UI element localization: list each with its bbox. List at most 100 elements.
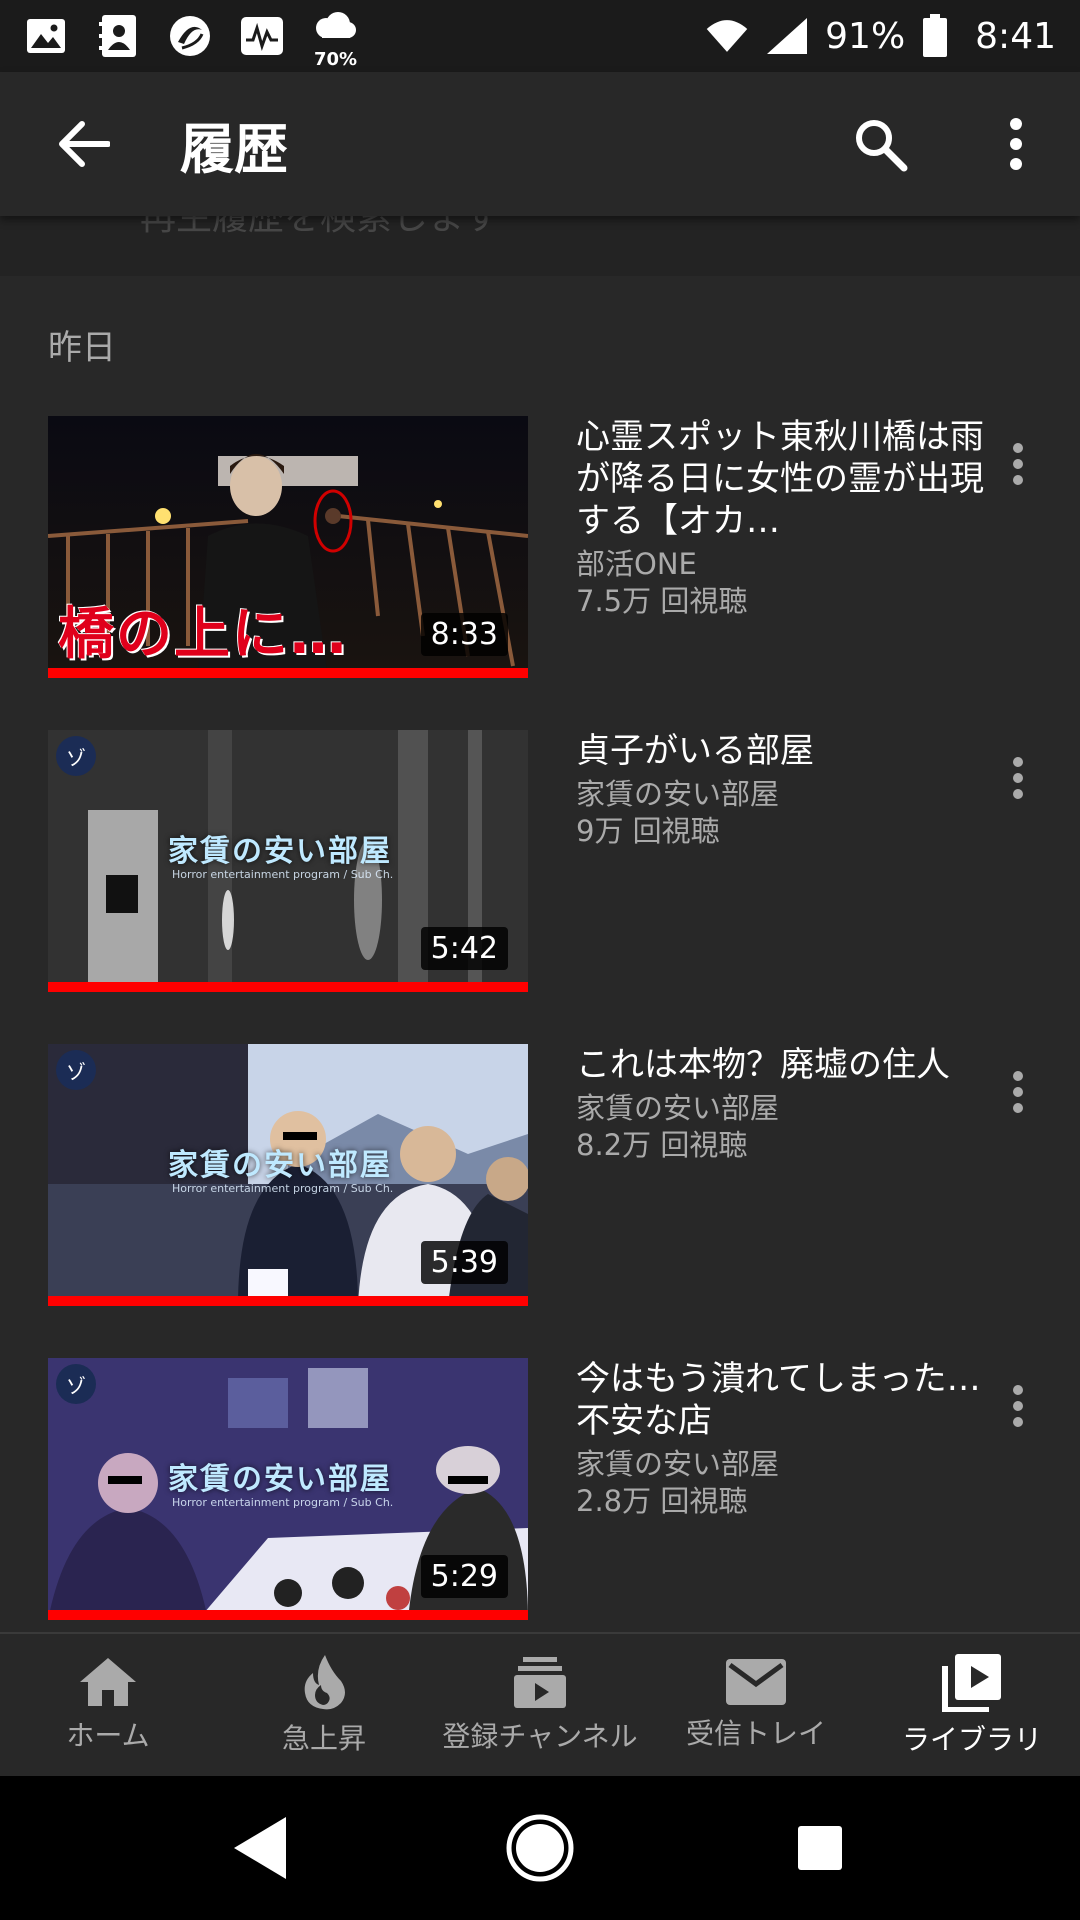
video-channel: 家賃の安い部屋 [576,1447,780,1481]
video-title[interactable]: 今はもう潰れてしまった…不安な店 [576,1358,996,1442]
nav-label: ホーム [66,1719,150,1752]
video-info: 心霊スポット東秋川橋は雨が降る日に女性の霊が出現する【オカ… 部活ONE 7.5… [576,416,996,620]
bottom-navigation: ホーム 急上昇 登録チャンネル 受信トレイ ライブラリ [0,1632,1080,1776]
video-more-button[interactable] [988,738,1048,818]
video-channel: 家賃の安い部屋 [576,1091,780,1125]
mail-icon [726,1659,786,1705]
video-duration: 5:39 [420,1241,508,1284]
nav-subscriptions[interactable]: 登録チャンネル [432,1634,648,1776]
battery-percent: 91% [825,15,906,57]
video-views: 8.2万 回視聴 [576,1128,748,1162]
more-vert-icon [1013,757,1023,799]
nav-inbox[interactable]: 受信トレイ [648,1634,864,1776]
top-app-bar: 履歴 [0,72,1080,216]
video-thumbnail[interactable]: ゾ 家賃の安い部屋 Horror entertainment program /… [48,1358,528,1620]
video-item[interactable]: ゾ 家賃の安い部屋 Horror entertainment program /… [48,730,1048,992]
nav-label: 登録チャンネル [442,1720,638,1753]
watch-progress-bar [48,982,528,992]
back-triangle-icon [234,1817,286,1879]
page-title: 履歴 [180,117,288,181]
recents-square-icon [798,1826,842,1870]
subscriptions-icon [514,1657,566,1708]
thumbnail-caption: 家賃の安い部屋 [168,1462,392,1497]
arrow-back-icon [59,121,110,167]
screen: 70% 91% 8:41 履歴 再生履歴を検索します 昨日 橋の上に… 8:33… [0,0,1080,1920]
thumbnail-subcaption: Horror entertainment program / Sub Ch. [172,1182,394,1195]
video-channel: 家賃の安い部屋 [576,777,780,811]
fire-icon [304,1655,345,1710]
history-search-bar[interactable]: 再生履歴を検索します [0,216,1080,276]
notification-icons: 70% [24,12,357,70]
more-vert-icon [1010,118,1022,170]
battery-icon [921,14,949,58]
more-vert-icon [1013,443,1023,485]
video-more-button[interactable] [988,1366,1048,1446]
app-swirl-icon [168,14,212,58]
nav-trending[interactable]: 急上昇 [216,1634,432,1776]
thumbnail-caption: 家賃の安い部屋 [168,834,392,869]
video-duration: 5:29 [420,1555,508,1598]
nav-label: 受信トレイ [685,1717,826,1750]
video-title[interactable]: 貞子がいる部屋 [576,730,996,772]
channel-badge: ゾ [56,1050,96,1090]
clock: 8:41 [975,15,1056,57]
home-icon [80,1658,136,1706]
video-duration: 8:33 [420,613,508,656]
search-button[interactable] [830,94,930,194]
library-icon [942,1654,1001,1712]
thumbnail-overlay-text: 橋の上に… [58,602,348,667]
video-item[interactable]: 橋の上に… 8:33 心霊スポット東秋川橋は雨が降る日に女性の霊が出現する【オカ… [48,416,1048,678]
history-search-input[interactable]: 再生履歴を検索します [140,216,500,240]
back-button[interactable] [34,94,134,194]
video-info: 今はもう潰れてしまった…不安な店 家賃の安い部屋 2.8万 回視聴 [576,1358,996,1520]
watch-progress-bar [48,1610,528,1620]
weather-percent: 70% [314,49,358,70]
channel-badge: ゾ [56,736,96,776]
video-item[interactable]: ゾ 家賃の安い部屋 Horror entertainment program /… [48,1044,1048,1306]
video-info: 貞子がいる部屋 家賃の安い部屋 9万 回視聴 [576,730,996,850]
thumbnail-subcaption: Horror entertainment program / Sub Ch. [172,1496,394,1509]
channel-badge: ゾ [56,1364,96,1404]
video-thumbnail[interactable]: ゾ 家賃の安い部屋 Horror entertainment program /… [48,1044,528,1306]
status-bar: 70% 91% 8:41 [0,0,1080,72]
video-channel: 部活ONE [576,547,697,581]
video-more-button[interactable] [988,424,1048,504]
video-title[interactable]: これは本物？廃墟の住人 [576,1044,996,1086]
search-icon [856,120,908,172]
nav-home[interactable]: ホーム [0,1634,216,1776]
nav-label: ライブラリ [901,1723,1042,1756]
system-navigation-bar [0,1776,1080,1920]
video-item[interactable]: ゾ 家賃の安い部屋 Horror entertainment program /… [48,1358,1048,1620]
video-views: 9万 回視聴 [576,814,720,848]
video-title[interactable]: 心霊スポット東秋川橋は雨が降る日に女性の霊が出現する【オカ… [576,416,996,542]
home-circle-icon [506,1814,574,1882]
signal-icon [765,14,809,58]
video-duration: 5:42 [420,927,508,970]
activity-icon [240,14,284,58]
contacts-icon [96,14,140,58]
system-status: 91% 8:41 [705,14,1056,58]
video-views: 7.5万 回視聴 [576,584,748,618]
video-thumbnail[interactable]: 橋の上に… 8:33 [48,416,528,678]
nav-label: 急上昇 [281,1722,366,1755]
nav-library[interactable]: ライブラリ [864,1634,1080,1776]
system-recents-button[interactable] [770,1798,870,1898]
system-home-button[interactable] [490,1798,590,1898]
video-thumbnail[interactable]: ゾ 家賃の安い部屋 Horror entertainment program /… [48,730,528,992]
watch-progress-bar [48,668,528,678]
wifi-icon [705,14,749,58]
gallery-icon [24,14,68,58]
video-more-button[interactable] [988,1052,1048,1132]
app-bar-actions [830,94,1080,194]
more-options-button[interactable] [966,94,1066,194]
video-views: 2.8万 回視聴 [576,1484,748,1518]
more-vert-icon [1013,1385,1023,1427]
system-back-button[interactable] [210,1798,310,1898]
weather-icon: 70% [312,12,357,70]
more-vert-icon [1013,1071,1023,1113]
thumbnail-subcaption: Horror entertainment program / Sub Ch. [172,868,394,881]
section-label-yesterday: 昨日 [48,328,116,368]
video-info: これは本物？廃墟の住人 家賃の安い部屋 8.2万 回視聴 [576,1044,996,1164]
watch-progress-bar [48,1296,528,1306]
thumbnail-caption: 家賃の安い部屋 [168,1148,392,1183]
